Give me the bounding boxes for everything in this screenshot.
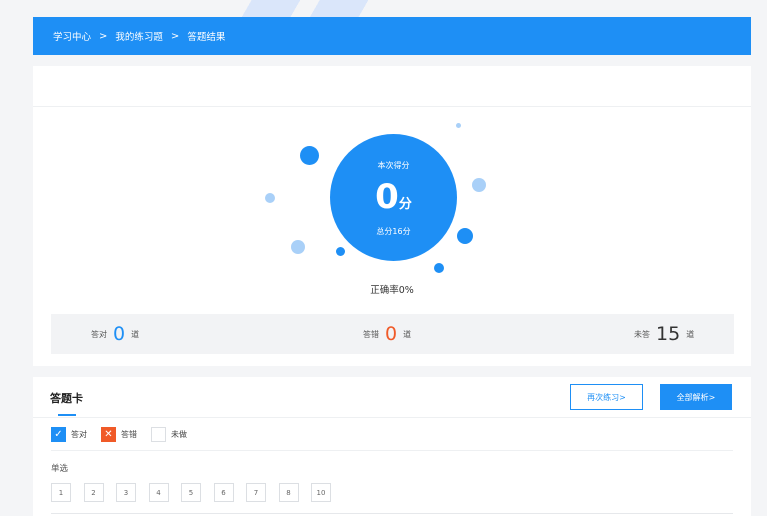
chevron-right-icon: > [99, 30, 108, 42]
accuracy-rate: 正确率0% [370, 285, 414, 296]
decor-dot [336, 247, 345, 256]
question-number-button[interactable]: 6 [213, 483, 234, 502]
decor-dot [457, 228, 473, 244]
breadcrumb-my-exercises[interactable]: 我的练习题 [115, 29, 163, 43]
question-number-button[interactable]: 3 [116, 483, 136, 502]
legend-wrong: ✕ 答错 [101, 426, 137, 442]
question-number-button[interactable]: 5 [181, 483, 201, 502]
legend-blank: 未做 [151, 426, 187, 442]
decor-dot [300, 146, 319, 165]
score-value: 0分 [330, 177, 457, 217]
legend-wrong-label: 答错 [121, 429, 137, 439]
stat-wrong-unit: 道 [403, 329, 412, 339]
question-number-list: 1 2 3 4 5 6 7 8 10 [51, 483, 344, 502]
score-unit: 分 [398, 197, 412, 212]
retry-button[interactable]: 再次练习> [570, 384, 643, 410]
stat-correct-label: 答对 [91, 329, 107, 339]
stat-wrong-count: 0 [385, 323, 398, 345]
question-number-button[interactable]: 2 [83, 483, 104, 502]
answer-card-title: 答题卡 [50, 392, 83, 405]
chevron-right-icon: > [170, 30, 180, 42]
legend-correct: ✓ 答对 [51, 426, 87, 442]
decor-dot [456, 123, 461, 128]
score-label: 本次得分 [377, 161, 410, 170]
close-icon: ✕ [101, 426, 116, 442]
legend-blank-label: 未做 [171, 429, 187, 439]
divider [51, 450, 733, 451]
stat-correct-count: 0 [113, 323, 126, 345]
question-number-button[interactable]: 7 [246, 483, 266, 502]
breadcrumb-learning-center[interactable]: 学习中心 [53, 29, 91, 43]
stat-unanswered: 未答 15 道 [634, 314, 694, 354]
result-panel: 本次得分 0分 总分16分 正确率0% 答对 0 道 答错 0 道 未答 15 … [33, 66, 751, 366]
stat-unanswered-count: 15 [656, 323, 681, 345]
stats-bar: 答对 0 道 答错 0 道 未答 15 道 [51, 314, 734, 354]
divider [51, 513, 733, 514]
stat-unanswered-unit: 道 [686, 329, 695, 339]
total-score-label: 总分16分 [376, 227, 411, 236]
decor-dot [472, 178, 486, 192]
stat-correct-unit: 道 [131, 329, 140, 339]
stat-correct: 答对 0 道 [91, 314, 139, 354]
stat-unanswered-label: 未答 [634, 329, 650, 339]
question-number-button[interactable]: 10 [311, 483, 331, 502]
stat-wrong: 答错 0 道 [363, 314, 411, 354]
score-number: 0 [375, 177, 399, 217]
legend: ✓ 答对 ✕ 答错 未做 [51, 426, 201, 442]
question-number-button[interactable]: 1 [51, 483, 71, 502]
title-underline [58, 414, 76, 416]
check-icon: ✓ [51, 426, 66, 442]
section-label-single-choice: 单选 [51, 464, 69, 474]
decor-dot [434, 263, 444, 273]
legend-correct-label: 答对 [71, 429, 87, 439]
blank-box-icon [151, 426, 166, 442]
breadcrumb: 学习中心 > 我的练习题 > 答题结果 [33, 17, 751, 55]
breadcrumb-result: 答题结果 [187, 32, 226, 43]
view-all-analysis-button[interactable]: 全部解析> [660, 384, 732, 410]
score-circle: 本次得分 0分 总分16分 [330, 134, 457, 261]
question-number-button[interactable]: 4 [148, 483, 169, 502]
question-number-button[interactable]: 8 [278, 483, 299, 502]
answer-card-panel: 答题卡 再次练习> 全部解析> ✓ 答对 ✕ 答错 未做 单选 1 2 3 4 … [33, 377, 751, 516]
stat-wrong-label: 答错 [363, 329, 379, 339]
decor-dot [265, 193, 275, 203]
divider [33, 417, 751, 418]
divider [33, 106, 751, 107]
decor-dot [291, 240, 305, 254]
